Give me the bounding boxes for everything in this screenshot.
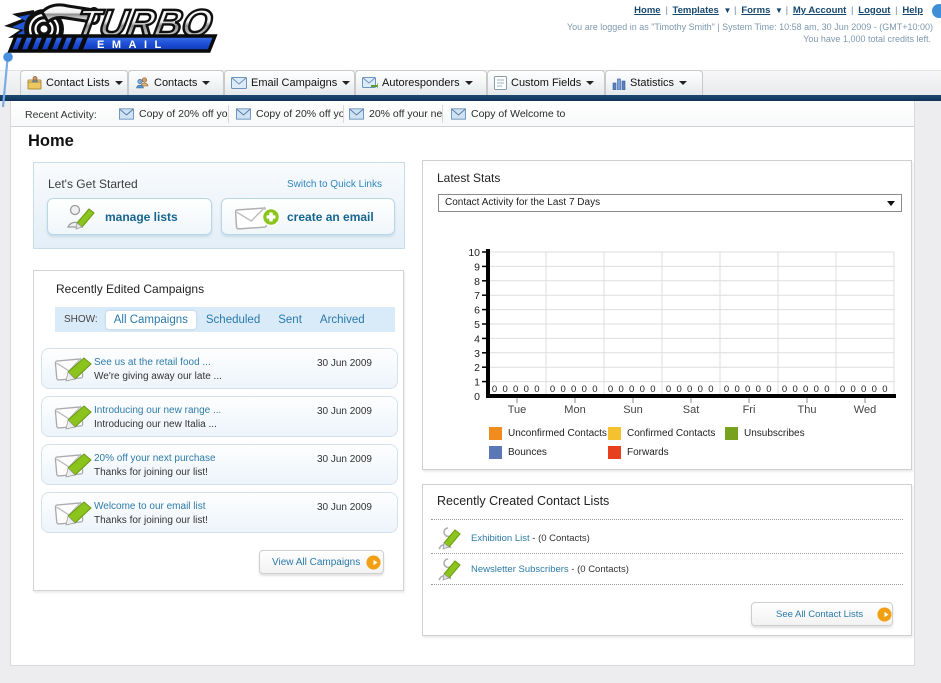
- svg-text:0: 0: [708, 384, 713, 395]
- svg-text:0: 0: [608, 384, 613, 395]
- svg-text:Fri: Fri: [743, 404, 756, 416]
- svg-text:Mon: Mon: [564, 404, 585, 416]
- svg-text:Thu: Thu: [798, 404, 817, 416]
- svg-text:0: 0: [882, 384, 887, 395]
- svg-text:0: 0: [513, 384, 518, 395]
- svg-text:0: 0: [640, 384, 645, 395]
- svg-text:5: 5: [474, 319, 480, 331]
- svg-text:0: 0: [592, 384, 597, 395]
- svg-text:4: 4: [474, 333, 480, 345]
- svg-text:3: 3: [474, 348, 480, 360]
- svg-text:0: 0: [550, 384, 555, 395]
- svg-text:0: 0: [745, 384, 750, 395]
- svg-text:0: 0: [803, 384, 808, 395]
- svg-text:0: 0: [756, 384, 761, 395]
- svg-text:0: 0: [792, 384, 797, 395]
- svg-text:0: 0: [724, 384, 729, 395]
- svg-text:9: 9: [474, 261, 480, 273]
- svg-text:0: 0: [734, 384, 739, 395]
- svg-text:8: 8: [474, 276, 480, 288]
- svg-text:0: 0: [560, 384, 565, 395]
- svg-text:6: 6: [474, 305, 480, 317]
- svg-text:0: 0: [698, 384, 703, 395]
- svg-text:0: 0: [474, 391, 480, 403]
- svg-text:Sun: Sun: [623, 404, 643, 416]
- svg-text:Sat: Sat: [683, 404, 700, 416]
- svg-text:0: 0: [582, 384, 587, 395]
- svg-text:0: 0: [666, 384, 671, 395]
- svg-text:1: 1: [474, 377, 480, 389]
- svg-text:0: 0: [872, 384, 877, 395]
- svg-text:0: 0: [534, 384, 539, 395]
- svg-text:10: 10: [468, 247, 480, 259]
- svg-text:0: 0: [814, 384, 819, 395]
- svg-text:0: 0: [861, 384, 866, 395]
- svg-text:0: 0: [687, 384, 692, 395]
- svg-text:Tue: Tue: [508, 404, 527, 416]
- svg-text:0: 0: [766, 384, 771, 395]
- svg-text:0: 0: [824, 384, 829, 395]
- svg-text:0: 0: [782, 384, 787, 395]
- svg-text:0: 0: [502, 384, 507, 395]
- svg-text:0: 0: [840, 384, 845, 395]
- svg-text:0: 0: [650, 384, 655, 395]
- svg-text:0: 0: [618, 384, 623, 395]
- svg-text:EMAIL: EMAIL: [97, 39, 169, 51]
- svg-text:0: 0: [629, 384, 634, 395]
- svg-text:0: 0: [524, 384, 529, 395]
- svg-text:0: 0: [571, 384, 576, 395]
- svg-text:0: 0: [850, 384, 855, 395]
- svg-text:0: 0: [676, 384, 681, 395]
- svg-text:0: 0: [492, 384, 497, 395]
- svg-text:2: 2: [474, 362, 480, 374]
- svg-text:7: 7: [474, 290, 480, 302]
- svg-text:Wed: Wed: [854, 404, 876, 416]
